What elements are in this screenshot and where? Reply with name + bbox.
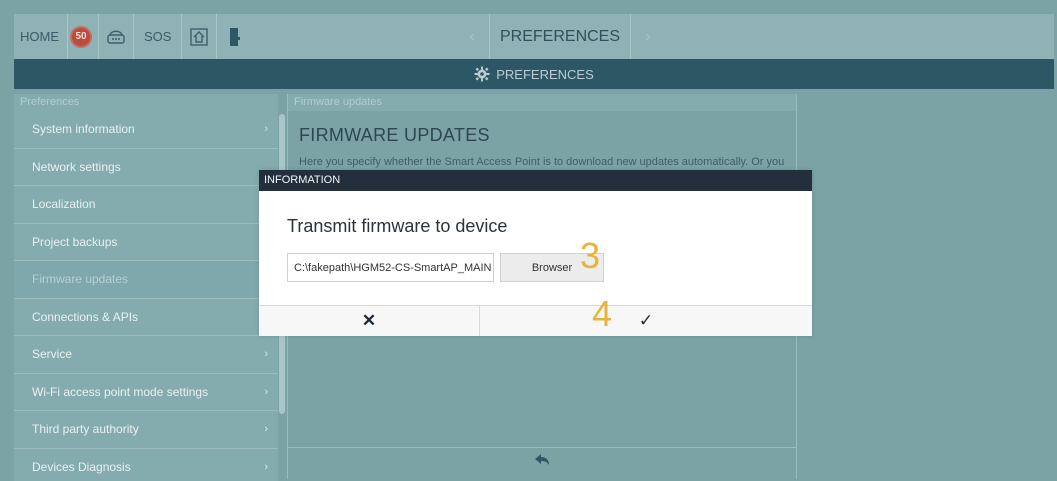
- sidebar-item-label: Connections & APIs: [32, 309, 139, 324]
- sidebar-item-project-backups[interactable]: Project backups: [14, 223, 278, 261]
- step-3-annotation: 3: [580, 235, 601, 276]
- sidebar-item-label: Localization: [32, 197, 96, 212]
- back-button[interactable]: [288, 447, 796, 477]
- notification-badge[interactable]: 50: [70, 25, 92, 48]
- step-4-annotation: 4: [592, 293, 613, 334]
- firmware-file-field[interactable]: C:\fakepath\HGM52-CS-SmartAP_MAIN: [287, 253, 494, 282]
- dialog-title: Transmit firmware to device: [287, 216, 508, 236]
- sidebar-item-wifi-ap-mode[interactable]: Wi-Fi access point mode settings ›: [14, 373, 278, 411]
- sidebar-item-devices-diagnosis[interactable]: Devices Diagnosis ›: [14, 448, 278, 481]
- sidebar-item-label: Firmware updates: [32, 272, 129, 287]
- sidebar-heading: Preferences: [14, 94, 278, 111]
- file-path-value: C:\fakepath\HGM52-CS-SmartAP_MAIN: [294, 261, 492, 274]
- home-safety-icon[interactable]: [182, 14, 216, 59]
- sidebar-item-label: Network settings: [32, 159, 121, 174]
- confirm-button[interactable]: ✓: [480, 306, 812, 336]
- header-title: PREFERENCES: [496, 66, 594, 82]
- content-heading: Firmware updates: [288, 94, 796, 111]
- divider: [67, 14, 68, 59]
- sos-button[interactable]: SOS: [134, 14, 181, 59]
- page-navigator: ‹ PREFERENCES ›: [455, 14, 665, 59]
- cancel-button[interactable]: ✕: [259, 306, 480, 336]
- sidebar-item-network-settings[interactable]: Network settings: [14, 148, 278, 186]
- sidebar-item-label: Third party authority: [32, 422, 139, 437]
- chevron-right-icon: ›: [264, 385, 268, 398]
- sidebar-item-label: Wi-Fi access point mode settings: [32, 384, 209, 399]
- sidebar-item-connections-apis[interactable]: Connections & APIs: [14, 298, 278, 336]
- sidebar-item-firmware-updates[interactable]: Firmware updates: [14, 261, 278, 299]
- previous-page-button[interactable]: ‹: [455, 14, 489, 59]
- content-description: Here you specify whether the Smart Acces…: [299, 156, 785, 168]
- sidebar-item-service[interactable]: Service ›: [14, 336, 278, 374]
- sidebar-item-localization[interactable]: Localization: [14, 186, 278, 224]
- content-title: FIRMWARE UPDATES: [299, 125, 490, 145]
- sidebar-item-label: Service: [32, 347, 73, 362]
- next-page-button[interactable]: ›: [631, 14, 665, 59]
- sidebar-item-label: Project backups: [32, 234, 118, 249]
- home-button[interactable]: HOME: [14, 14, 67, 59]
- chevron-right-icon: ›: [264, 123, 268, 136]
- chevron-right-icon: ›: [264, 348, 268, 361]
- dialog-actions: ✕ ✓: [259, 305, 812, 336]
- page-title: PREFERENCES: [489, 14, 632, 59]
- sidebar-item-third-party-authority[interactable]: Third party authority ›: [14, 411, 278, 449]
- sidebar-item-system-information[interactable]: System information ›: [14, 111, 278, 149]
- sidebar: Preferences System information › Network …: [14, 94, 278, 481]
- chevron-right-icon: ›: [264, 423, 268, 436]
- sidebar-item-label: System information: [32, 122, 135, 137]
- chevron-right-icon: ›: [264, 460, 268, 473]
- sidebar-item-label: Devices Diagnosis: [32, 459, 131, 474]
- top-bar: HOME 50 SOS ‹ PREFERENCES ›: [14, 14, 1054, 59]
- file-row: C:\fakepath\HGM52-CS-SmartAP_MAIN Browse…: [287, 253, 604, 282]
- intercom-icon[interactable]: [99, 14, 133, 59]
- section-header: PREFERENCES: [14, 59, 1054, 89]
- gear-icon: [474, 66, 490, 82]
- information-dialog: INFORMATION Transmit firmware to device …: [259, 170, 812, 336]
- dialog-header: INFORMATION: [259, 170, 812, 191]
- door-icon[interactable]: [217, 14, 251, 59]
- back-arrow-icon: [534, 453, 550, 472]
